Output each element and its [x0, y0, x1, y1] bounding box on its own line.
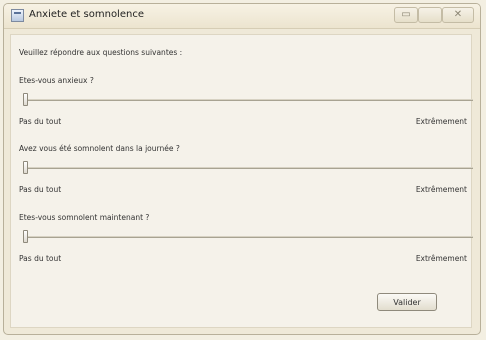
slider-thumb[interactable] — [23, 93, 28, 106]
slider-thumb[interactable] — [23, 161, 28, 174]
question-1-min-label: Pas du tout — [19, 117, 62, 126]
slider-track[interactable] — [23, 167, 473, 169]
question-1-slider[interactable] — [11, 91, 473, 107]
question-3-label: Etes-vous somnolent maintenant ? — [19, 213, 150, 222]
window-title: Anxiete et somnolence — [29, 9, 144, 20]
question-2-slider[interactable] — [11, 159, 473, 175]
app-window: Anxiete et somnolence ▭ ✕ Veuillez répon… — [3, 3, 481, 335]
question-2-label: Avez vous été somnolent dans la journée … — [19, 144, 180, 153]
question-1-label: Etes-vous anxieux ? — [19, 76, 94, 85]
title-bar[interactable]: Anxiete et somnolence ▭ ✕ — [4, 4, 480, 29]
slider-track[interactable] — [23, 236, 473, 238]
question-1-max-label: Extrêmement — [415, 117, 467, 126]
submit-button[interactable]: Valider — [377, 293, 437, 311]
window-app-icon — [11, 9, 24, 22]
close-button[interactable]: ✕ — [442, 7, 474, 23]
maximize-button[interactable] — [418, 7, 442, 23]
question-3-slider[interactable] — [11, 228, 473, 244]
question-2-max-label: Extrêmement — [415, 185, 467, 194]
question-3-min-label: Pas du tout — [19, 254, 62, 263]
slider-track[interactable] — [23, 99, 473, 101]
minimize-button[interactable]: ▭ — [394, 7, 418, 23]
question-2-min-label: Pas du tout — [19, 185, 62, 194]
intro-text: Veuillez répondre aux questions suivante… — [19, 48, 183, 57]
slider-thumb[interactable] — [23, 230, 28, 243]
form-panel: Veuillez répondre aux questions suivante… — [10, 34, 473, 328]
question-3-max-label: Extrêmement — [415, 254, 467, 263]
